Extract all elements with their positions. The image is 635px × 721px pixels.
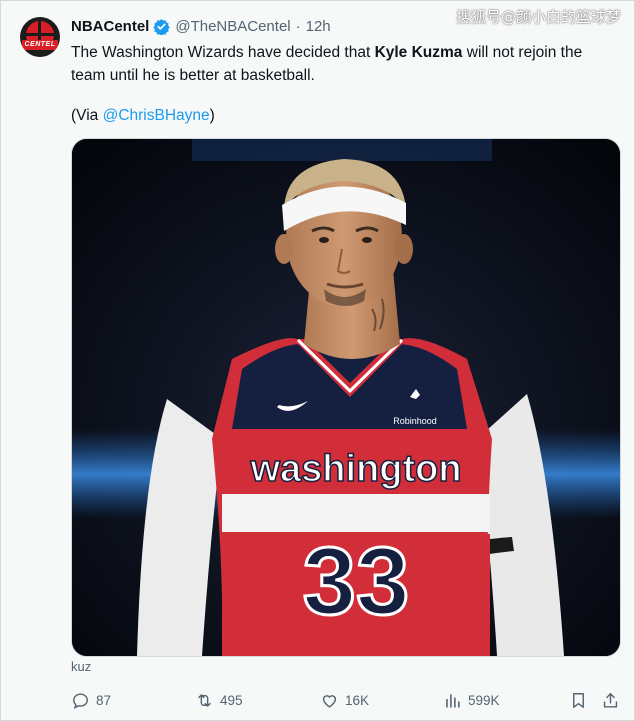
- bookmark-button[interactable]: [569, 688, 588, 712]
- views-count: 599K: [468, 692, 500, 708]
- player-photo: Robinhood washington 33: [72, 139, 620, 656]
- tweet-text-bold: Kyle Kuzma: [374, 44, 463, 61]
- avatar[interactable]: CENTEL: [20, 17, 60, 57]
- tweet-actions-bar: 87 495 16K 599K: [71, 688, 623, 712]
- avatar-logo-text: CENTEL: [22, 40, 58, 50]
- tweet-timestamp[interactable]: 12h: [306, 18, 331, 35]
- reply-button[interactable]: 87: [71, 688, 111, 712]
- like-button[interactable]: 16K: [320, 688, 369, 712]
- via-suffix: ): [209, 107, 215, 124]
- media-alt-caption: kuz: [71, 659, 92, 674]
- like-icon: [322, 694, 337, 708]
- retweet-count: 495: [220, 692, 243, 708]
- tweet-text: The Washington Wizards have decided that…: [71, 41, 616, 87]
- views-button[interactable]: 599K: [443, 688, 500, 712]
- display-name[interactable]: NBACentel: [71, 18, 149, 35]
- share-icon: [603, 692, 618, 708]
- retweet-button[interactable]: 495: [195, 688, 243, 712]
- jersey-wordmark: washington: [249, 448, 461, 490]
- reply-icon: [73, 692, 88, 709]
- like-count: 16K: [345, 692, 370, 708]
- watermark: 搜狐号@颜小白的篮球梦: [455, 8, 621, 26]
- bookmark-icon: [573, 692, 584, 708]
- jersey-sponsor: Robinhood: [393, 416, 437, 426]
- tweet-header: NBACentel @TheNBACentel · 12h: [71, 16, 331, 36]
- tweet-via: (Via @ChrisBHayne): [71, 104, 215, 127]
- mention-link[interactable]: @ChrisBHayne: [103, 107, 210, 124]
- verified-badge-icon: [153, 18, 170, 35]
- views-icon: [446, 693, 460, 708]
- tweet-media-photo[interactable]: Robinhood washington 33: [71, 138, 621, 657]
- tweet-text-part: The Washington Wizards have decided that: [71, 44, 375, 61]
- share-button[interactable]: [601, 688, 620, 712]
- retweet-icon: [198, 693, 211, 707]
- jersey-number: 33: [303, 528, 410, 635]
- via-prefix: (Via: [71, 107, 103, 124]
- header-separator: ·: [295, 17, 301, 35]
- tweet-card[interactable]: CENTEL NBACentel @TheNBACentel · 12h 搜狐号…: [0, 0, 635, 721]
- reply-count: 87: [96, 692, 112, 708]
- author-handle[interactable]: @TheNBACentel: [175, 18, 290, 35]
